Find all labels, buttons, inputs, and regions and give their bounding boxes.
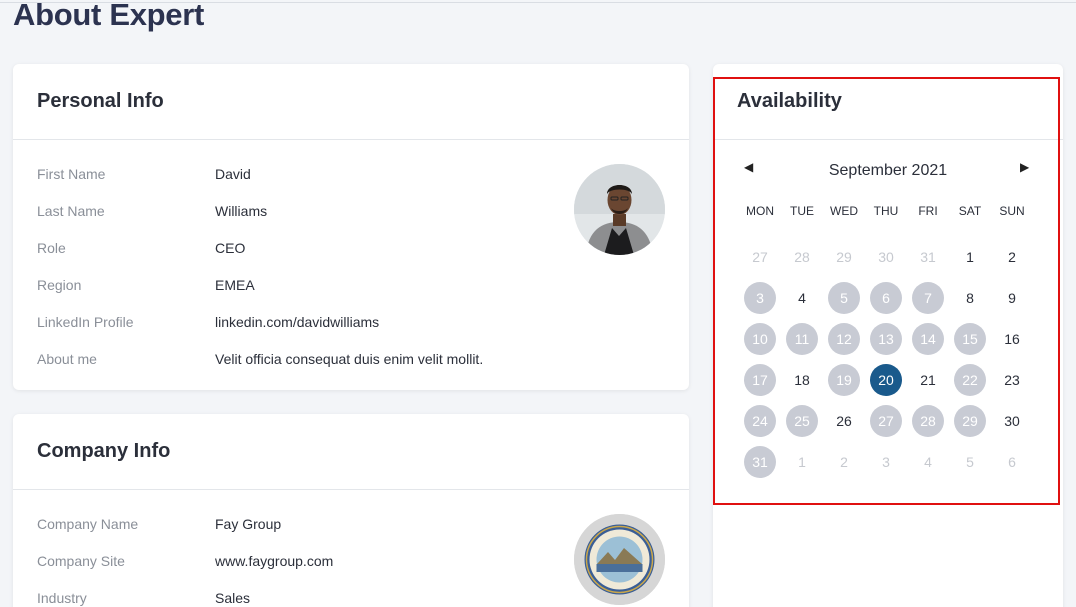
calendar-day[interactable]: 1 (954, 241, 986, 273)
role-label: Role (37, 240, 66, 256)
calendar-day[interactable]: 15 (954, 323, 986, 355)
calendar-weekdays: MON TUE WED THU FRI SAT SUN (739, 204, 1033, 220)
calendar-day[interactable]: 6 (870, 282, 902, 314)
weekday-sun: SUN (999, 204, 1025, 218)
company-info-card: Company Info Company Name Fay Group Comp… (13, 414, 689, 607)
calendar-day[interactable]: 10 (744, 323, 776, 355)
about-me-value: Velit officia consequat duis enim velit … (215, 351, 484, 367)
calendar-day[interactable]: 29 (954, 405, 986, 437)
calendar-day: 28 (794, 249, 810, 265)
region-value: EMEA (215, 277, 255, 293)
calendar-day: 2 (840, 454, 848, 470)
calendar-day[interactable]: 25 (786, 405, 818, 437)
weekday-thu: THU (873, 204, 899, 218)
avatar (574, 164, 665, 255)
availability-card: Availability ◀ September 2021 ▶ MON TUE … (713, 64, 1063, 607)
calendar-day[interactable]: 14 (912, 323, 944, 355)
personal-info-card: Personal Info First Name David Last Name… (13, 64, 689, 390)
caret-right-icon: ▶ (1020, 160, 1030, 174)
calendar-day: 6 (1008, 454, 1016, 470)
calendar-day[interactable]: 3 (744, 282, 776, 314)
calendar-day[interactable]: 5 (828, 282, 860, 314)
calendar-day[interactable]: 2 (996, 241, 1028, 273)
industry-label: Industry (37, 590, 87, 606)
weekday-mon: MON (746, 204, 774, 218)
calendar-day[interactable]: 8 (954, 282, 986, 314)
company-name-label: Company Name (37, 516, 139, 532)
page-title: About Expert (13, 0, 205, 32)
calendar-day[interactable]: 13 (870, 323, 902, 355)
calendar-day: 27 (752, 249, 768, 265)
calendar-day: 4 (924, 454, 932, 470)
company-site-link[interactable]: www.faygroup.com (215, 553, 333, 569)
industry-value: Sales (215, 590, 251, 606)
linkedin-label: LinkedIn Profile (37, 314, 134, 330)
calendar-day[interactable]: 19 (828, 364, 860, 396)
personal-info-header: Personal Info (13, 64, 689, 140)
calendar-day: 3 (882, 454, 890, 470)
last-name-label: Last Name (37, 203, 105, 219)
calendar-day[interactable]: 18 (786, 364, 818, 396)
calendar-day[interactable]: 30 (996, 405, 1028, 437)
calendar-day[interactable]: 31 (744, 446, 776, 478)
company-site-label: Company Site (37, 553, 125, 569)
calendar-day[interactable]: 12 (828, 323, 860, 355)
role-value: CEO (215, 240, 246, 256)
calendar-day[interactable]: 26 (828, 405, 860, 437)
about-me-label: About me (37, 351, 97, 367)
calendar-day[interactable]: 27 (870, 405, 902, 437)
calendar-day: 31 (920, 249, 936, 265)
availability-header: Availability (713, 64, 1063, 140)
calendar-day[interactable]: 28 (912, 405, 944, 437)
calendar-day[interactable]: 11 (786, 323, 818, 355)
weekday-tue: TUE (790, 204, 814, 218)
first-name-value: David (215, 166, 251, 182)
last-name-value: Williams (215, 203, 268, 219)
calendar-month-label: September 2021 (828, 162, 948, 179)
calendar-day-selected[interactable]: 20 (870, 364, 902, 396)
next-month-button[interactable]: ▶ (1020, 160, 1029, 174)
region-label: Region (37, 277, 82, 293)
weekday-sat: SAT (958, 204, 982, 218)
company-info-header: Company Info (13, 414, 689, 490)
calendar-day[interactable]: 24 (744, 405, 776, 437)
linkedin-link[interactable]: linkedin.com/davidwilliams (215, 314, 379, 330)
calendar-day: 5 (966, 454, 974, 470)
calendar-day: 30 (878, 249, 894, 265)
calendar-day[interactable]: 16 (996, 323, 1028, 355)
calendar-day: 1 (798, 454, 806, 470)
calendar-day: 29 (836, 249, 852, 265)
calendar-day[interactable]: 9 (996, 282, 1028, 314)
company-seal-logo (574, 514, 665, 605)
calendar-grid: 27 28 29 30 31 1 2 3 4 5 6 7 8 9 10 11 12 13 14 15 16 17 18 19 2… (739, 241, 1033, 491)
first-name-label: First Name (37, 166, 106, 182)
weekday-wed: WED (830, 204, 858, 218)
calendar-day[interactable]: 17 (744, 364, 776, 396)
calendar-day[interactable]: 22 (954, 364, 986, 396)
company-name-value: Fay Group (215, 516, 282, 532)
calendar-day[interactable]: 23 (996, 364, 1028, 396)
calendar-day[interactable]: 7 (912, 282, 944, 314)
weekday-fri: FRI (918, 204, 938, 218)
calendar-day[interactable]: 21 (912, 364, 944, 396)
calendar-day[interactable]: 4 (786, 282, 818, 314)
